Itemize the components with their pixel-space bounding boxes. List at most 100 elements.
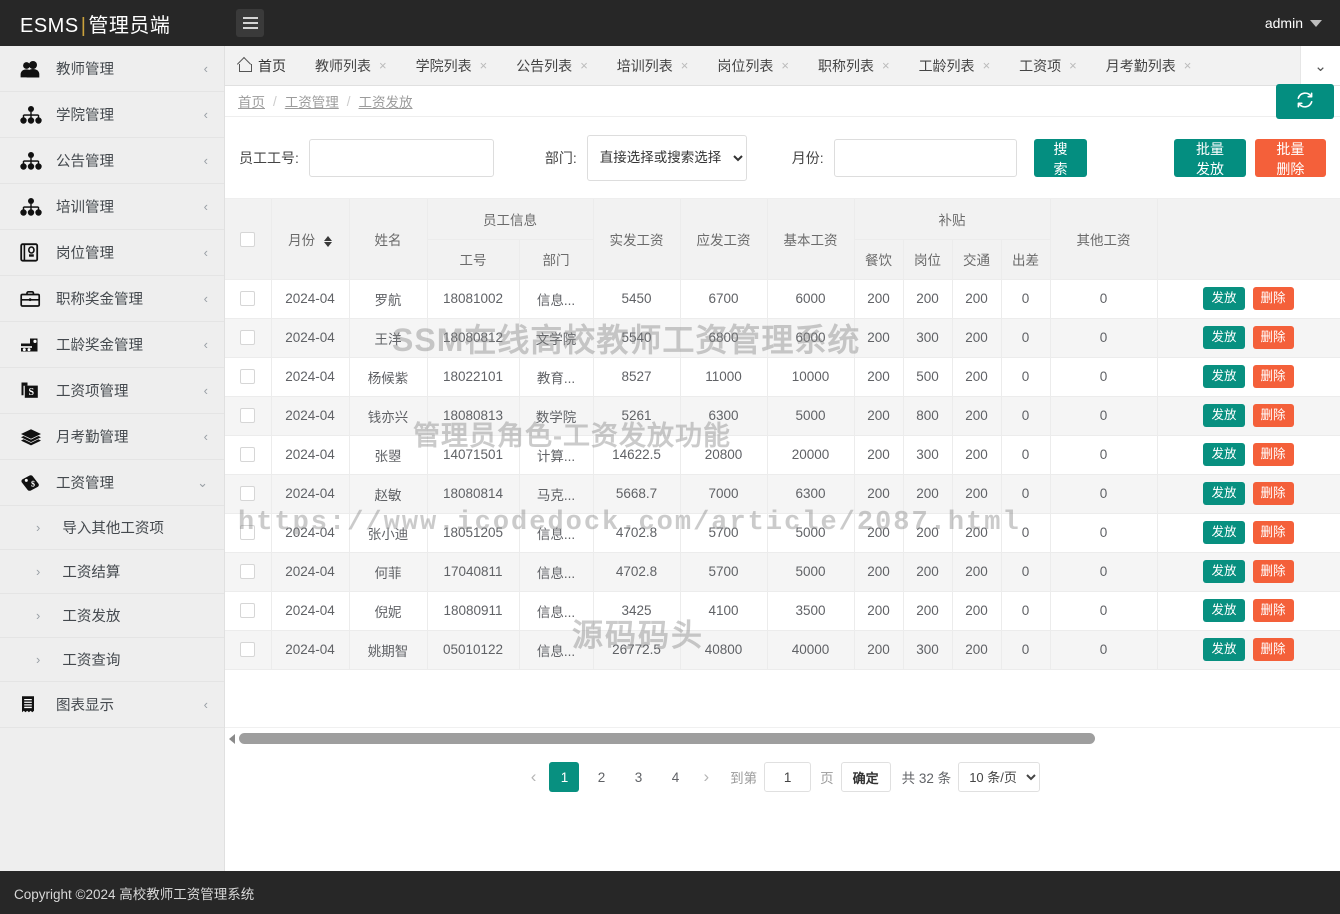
table-row[interactable]: 2024-04 赵敏 18080814 马克... 5668.7 7000 6300 200 2… [225, 474, 1340, 514]
sidebar-item-salary-item[interactable]: S 工资项管理 ‹ [0, 368, 224, 414]
column-header-month[interactable]: 月份 [271, 199, 350, 280]
month-input[interactable] [833, 138, 1017, 177]
close-icon[interactable]: × [1069, 58, 1077, 73]
pay-button[interactable]: 发放 [1203, 637, 1245, 662]
sidebar-item-post[interactable]: 岗位管理 ‹ [0, 230, 224, 276]
user-menu[interactable]: admin [1265, 15, 1340, 31]
tab-college-list[interactable]: 学院列表 × [402, 46, 503, 85]
pagination-next-icon[interactable]: › [697, 767, 715, 787]
tab-teacher-list[interactable]: 教师列表 × [301, 46, 402, 85]
close-icon[interactable]: × [781, 58, 789, 73]
sidebar-item-chart-display[interactable]: 图表显示 ‹ [0, 682, 224, 728]
pagination-page-3[interactable]: 3 [623, 762, 653, 792]
sidebar-item-notice[interactable]: 公告管理 ‹ [0, 138, 224, 184]
select-all-checkbox[interactable] [240, 231, 256, 247]
employee-no-input[interactable] [308, 138, 494, 177]
close-icon[interactable]: × [882, 58, 890, 73]
table-row[interactable]: 2024-04 杨候紫 18022101 教育... 8527 11000 10000 200… [225, 357, 1340, 397]
row-checkbox[interactable] [240, 408, 256, 424]
table-row[interactable]: 2024-04 罗航 18081002 信息... 5450 6700 6000 200 200… [225, 279, 1340, 319]
sidebar-item-title-bonus[interactable]: 职称奖金管理 ‹ [0, 276, 224, 322]
page-size-select[interactable]: 10 条/页 [958, 762, 1041, 792]
pay-button[interactable]: 发放 [1203, 325, 1245, 350]
batch-pay-button[interactable]: 批量发放 [1174, 138, 1246, 177]
pay-button[interactable]: 发放 [1203, 442, 1245, 467]
breadcrumb-item-salary-management[interactable]: 工资管理 [285, 91, 339, 111]
tab-monthly-attendance-list[interactable]: 月考勤列表 × [1092, 46, 1207, 85]
close-icon[interactable]: × [681, 58, 689, 73]
horizontal-scrollbar[interactable] [225, 727, 1340, 749]
breadcrumb-item-home[interactable]: 首页 [238, 91, 265, 111]
goto-page-input[interactable] [764, 762, 812, 792]
close-icon[interactable]: × [1184, 58, 1192, 73]
sidebar-item-training[interactable]: 培训管理 ‹ [0, 184, 224, 230]
sidebar-item-teacher[interactable]: 教师管理 ‹ [0, 46, 224, 92]
pay-button[interactable]: 发放 [1203, 559, 1245, 584]
sidebar-item-salary-management[interactable]: $ 工资管理 ⌄ [0, 460, 224, 506]
delete-button[interactable]: 删除 [1252, 520, 1294, 545]
hamburger-icon[interactable] [236, 9, 264, 37]
sidebar-subitem-salary-settlement[interactable]: › 工资结算 [0, 550, 224, 594]
close-icon[interactable]: × [379, 58, 387, 73]
tab-training-list[interactable]: 培训列表 × [603, 46, 704, 85]
batch-delete-button[interactable]: 批量删除 [1254, 138, 1326, 177]
close-icon[interactable]: × [983, 58, 991, 73]
table-row[interactable]: 2024-04 王洋 18080812 文学院 5540 6800 6000 200 300 20… [225, 318, 1340, 358]
pagination-page-4[interactable]: 4 [660, 762, 690, 792]
delete-button[interactable]: 删除 [1252, 559, 1294, 584]
delete-button[interactable]: 删除 [1252, 481, 1294, 506]
pagination-page-2[interactable]: 2 [586, 762, 616, 792]
delete-button[interactable]: 删除 [1252, 637, 1294, 662]
row-checkbox[interactable] [240, 642, 256, 658]
search-button[interactable]: 搜索 [1033, 138, 1088, 177]
pay-button[interactable]: 发放 [1203, 403, 1245, 428]
pay-button[interactable]: 发放 [1203, 364, 1245, 389]
table-row[interactable]: 2024-04 张小迪 18051205 信息... 4702.8 5700 5000 200… [225, 513, 1340, 553]
delete-button[interactable]: 删除 [1252, 286, 1294, 311]
sidebar-item-seniority-bonus[interactable]: 工龄奖金管理 ‹ [0, 322, 224, 368]
tab-salary-item[interactable]: 工资项 × [1005, 46, 1092, 85]
row-checkbox[interactable] [240, 369, 256, 385]
row-checkbox[interactable] [240, 603, 256, 619]
table-row[interactable]: 2024-04 钱亦兴 18080813 数学院 5261 6300 5000 200 800 2… [225, 396, 1340, 436]
delete-button[interactable]: 删除 [1252, 442, 1294, 467]
sidebar-subitem-salary-payment[interactable]: › 工资发放 [0, 594, 224, 638]
sidebar-subitem-import-other-salary[interactable]: › 导入其他工资项 [0, 506, 224, 550]
row-checkbox[interactable] [240, 330, 256, 346]
delete-button[interactable]: 删除 [1252, 364, 1294, 389]
table-row[interactable]: 2024-04 张曌 14071501 计算... 14622.5 20800 20000 2… [225, 435, 1340, 475]
row-checkbox[interactable] [240, 525, 256, 541]
close-icon[interactable]: × [480, 58, 488, 73]
refresh-button[interactable] [1276, 84, 1334, 119]
goto-confirm-button[interactable]: 确定 [840, 762, 891, 792]
scrollbar-thumb[interactable] [239, 733, 1095, 744]
pay-button[interactable]: 发放 [1203, 481, 1245, 506]
tab-title-list[interactable]: 职称列表 × [804, 46, 905, 85]
breadcrumb-item-salary-payment[interactable]: 工资发放 [359, 91, 413, 111]
row-checkbox[interactable] [240, 564, 256, 580]
pagination-page-1[interactable]: 1 [549, 762, 580, 792]
delete-button[interactable]: 删除 [1252, 598, 1294, 623]
sidebar-subitem-salary-query[interactable]: › 工资查询 [0, 638, 224, 682]
tab-overflow-chevron-down-icon[interactable]: ⌄ [1300, 46, 1340, 85]
row-checkbox[interactable] [240, 486, 256, 502]
tab-post-list[interactable]: 岗位列表 × [703, 46, 804, 85]
pay-button[interactable]: 发放 [1203, 286, 1245, 311]
row-checkbox[interactable] [240, 447, 256, 463]
table-row[interactable]: 2024-04 倪妮 18080911 信息... 3425 4100 3500 200 200… [225, 591, 1340, 631]
scrollbar-track[interactable] [239, 733, 1336, 744]
sidebar-item-college[interactable]: 学院管理 ‹ [0, 92, 224, 138]
tab-seniority-list[interactable]: 工龄列表 × [905, 46, 1006, 85]
delete-button[interactable]: 删除 [1252, 403, 1294, 428]
row-checkbox[interactable] [240, 291, 256, 307]
sort-icon[interactable] [323, 235, 332, 247]
table-row[interactable]: 2024-04 何菲 17040811 信息... 4702.8 5700 5000 200 2… [225, 552, 1340, 592]
table-row[interactable]: 2024-04 姚期智 05010122 信息... 26772.5 40800 40000… [225, 630, 1340, 670]
pay-button[interactable]: 发放 [1203, 598, 1245, 623]
tab-home[interactable]: 首页 [225, 46, 301, 85]
department-select[interactable]: 直接选择或搜索选择 [586, 134, 747, 181]
sidebar-item-monthly-attendance[interactable]: 月考勤管理 ‹ [0, 414, 224, 460]
scroll-left-arrow-icon[interactable] [229, 733, 235, 744]
delete-button[interactable]: 删除 [1252, 325, 1294, 350]
close-icon[interactable]: × [580, 58, 588, 73]
